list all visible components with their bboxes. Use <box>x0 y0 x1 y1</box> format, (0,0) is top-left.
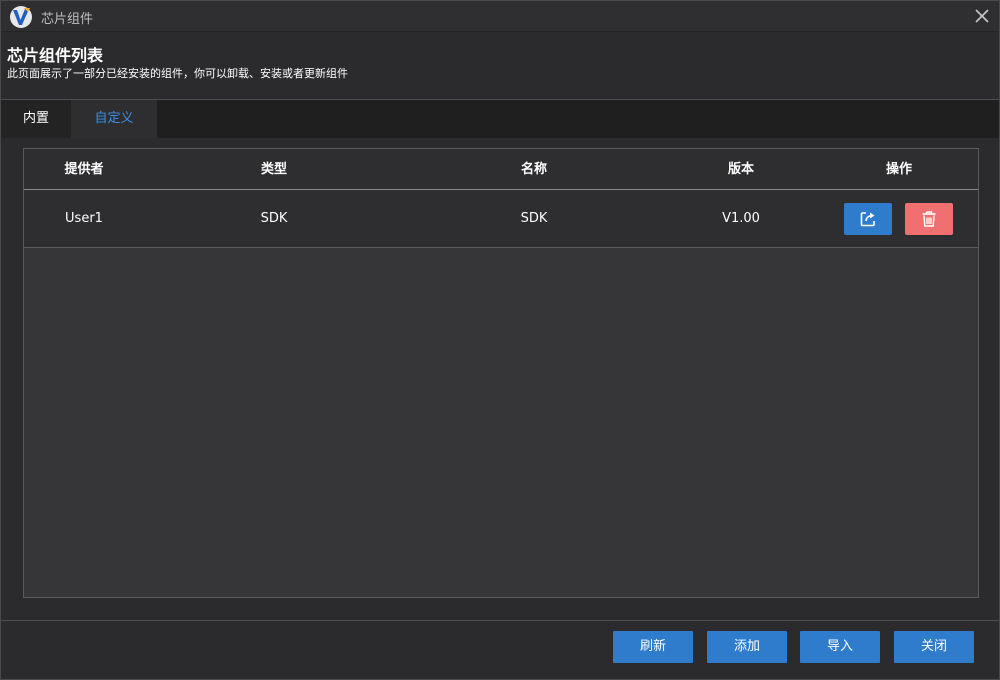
footer-bar: 刷新 添加 导入 关闭 <box>1 621 999 679</box>
chip-component-window: 芯片组件 芯片组件列表 此页面展示了一部分已经安装的组件，你可以卸载、安装或者更… <box>0 0 1000 680</box>
delete-button[interactable] <box>905 203 953 235</box>
page-description: 此页面展示了一部分已经安装的组件，你可以卸载、安装或者更新组件 <box>7 67 348 80</box>
tab-bar: 内置 自定义 <box>1 100 999 138</box>
edit-export-icon <box>860 212 875 227</box>
title-bar[interactable]: 芯片组件 <box>1 1 999 32</box>
column-header-provider: 提供者 <box>64 162 104 177</box>
component-table: 提供者 类型 名称 版本 操作 User1 SDK SDK V1.00 <box>23 148 979 598</box>
column-header-version: 版本 <box>727 162 754 177</box>
page-header: 芯片组件列表 此页面展示了一部分已经安装的组件，你可以卸载、安装或者更新组件 <box>1 33 999 99</box>
app-logo-icon <box>9 5 33 29</box>
page-title: 芯片组件列表 <box>7 46 104 65</box>
cell-type: SDK <box>260 211 288 226</box>
cell-version: V1.00 <box>722 211 760 226</box>
refresh-button[interactable]: 刷新 <box>613 631 693 663</box>
add-button[interactable]: 添加 <box>707 631 787 663</box>
tab-custom[interactable]: 自定义 <box>71 100 157 138</box>
table-row[interactable]: User1 SDK SDK V1.00 <box>24 190 978 248</box>
update-button[interactable] <box>844 203 892 235</box>
trash-icon <box>922 211 936 227</box>
column-header-actions: 操作 <box>885 162 912 177</box>
cell-provider: User1 <box>65 211 103 226</box>
table-header: 提供者 类型 名称 版本 操作 <box>24 149 978 190</box>
cell-name: SDK <box>520 211 548 226</box>
import-button[interactable]: 导入 <box>800 631 880 663</box>
tab-builtin[interactable]: 内置 <box>1 100 71 138</box>
close-button[interactable]: 关闭 <box>894 631 974 663</box>
column-header-type: 类型 <box>260 162 287 177</box>
tab-content: 提供者 类型 名称 版本 操作 User1 SDK SDK V1.00 <box>1 138 999 620</box>
close-icon[interactable] <box>971 5 993 27</box>
window-title: 芯片组件 <box>41 12 94 27</box>
column-header-name: 名称 <box>520 162 547 177</box>
